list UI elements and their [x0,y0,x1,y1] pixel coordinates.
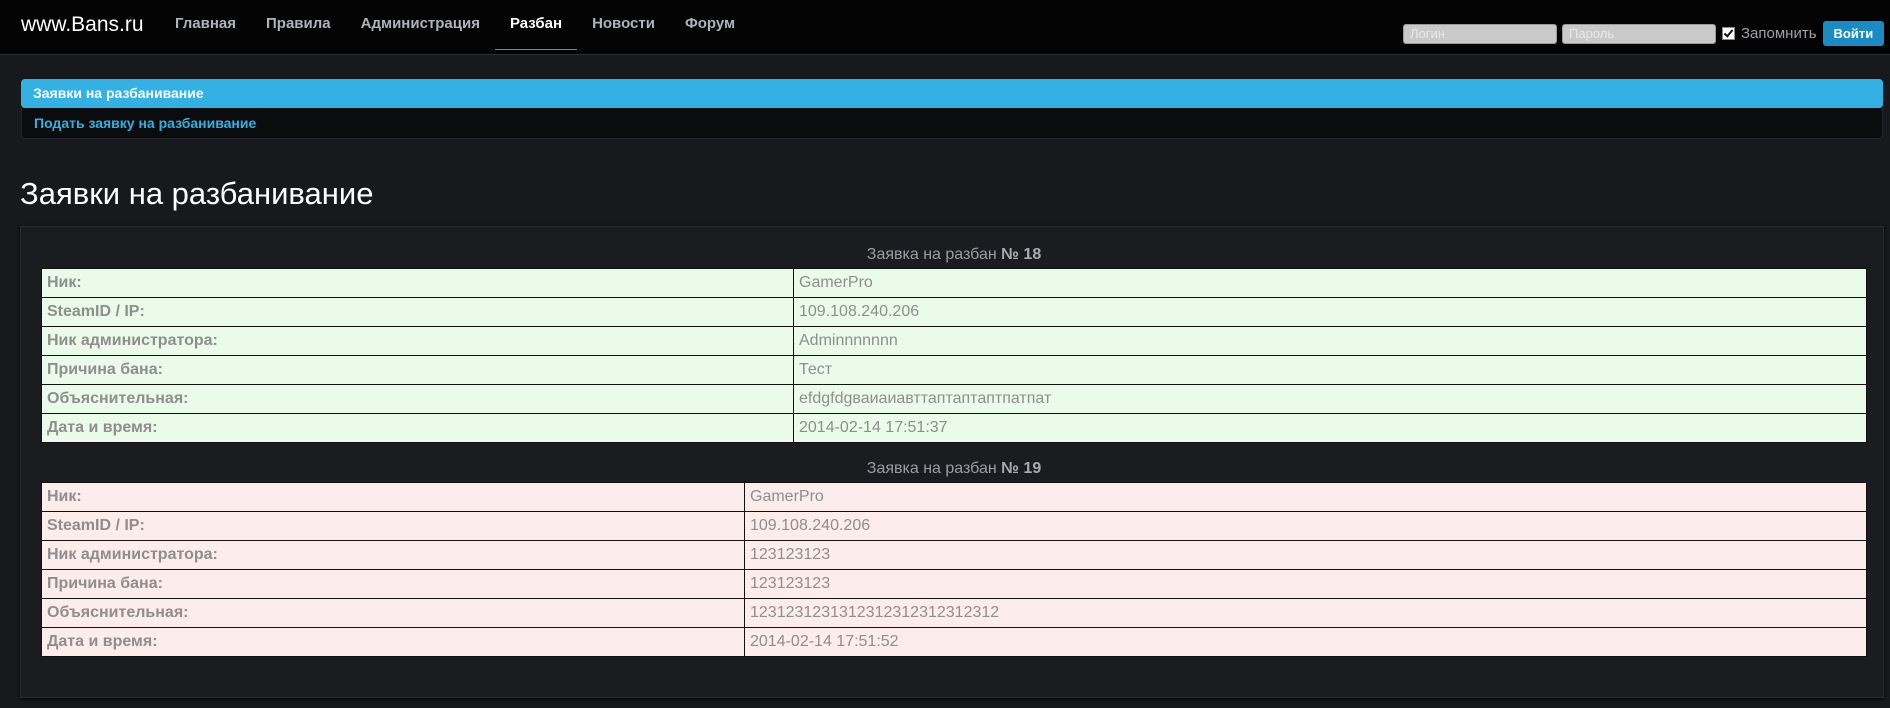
nav-item-administration[interactable]: Администрация [346,0,495,49]
request-caption: Заявка на разбан № 18 [41,242,1867,268]
request-caption-prefix: Заявка на разбан [866,246,997,263]
field-label: Объяснительная: [41,384,794,414]
table-row: Причина бана: 123123123 [41,569,1867,599]
table-row: Дата и время: 2014-02-14 17:51:37 [41,413,1867,443]
field-label: Причина бана: [41,569,745,599]
request-card: Заявка на разбан № 19 Ник: GamerPro Stea… [41,456,1867,657]
request-table: Ник: GamerPro SteamID / IP: 109.108.240.… [41,268,1867,443]
main-nav: Главная Правила Администрация Разбан Нов… [160,0,750,54]
table-row: Объяснительная: efdgfdgваиаиавттаптаптап… [41,384,1867,414]
field-label: Ник администратора: [41,326,794,356]
request-number: № 18 [1001,246,1042,263]
table-row: Объяснительная: 123123123131231231231231… [41,598,1867,628]
top-navbar: www.Bans.ru Главная Правила Администраци… [0,0,1890,55]
field-label: Дата и время: [41,627,745,657]
request-caption-prefix: Заявка на разбан [866,460,997,477]
site-brand[interactable]: www.Bans.ru [21,13,144,37]
requests-panel: Заявка на разбан № 18 Ник: GamerPro Stea… [20,226,1884,698]
nav-item-forum[interactable]: Форум [670,0,750,49]
field-value: 123123123 [744,569,1867,599]
field-value: 109.108.240.206 [793,297,1867,327]
field-value: GamerPro [793,268,1867,298]
request-table: Ник: GamerPro SteamID / IP: 109.108.240.… [41,482,1867,657]
table-row: Дата и время: 2014-02-14 17:51:52 [41,627,1867,657]
login-input[interactable] [1403,23,1557,44]
field-value: GamerPro [744,482,1867,512]
field-value: 2014-02-14 17:51:52 [744,627,1867,657]
field-value: 1231231231312312312312312312 [744,598,1867,628]
field-label: Ник: [41,268,794,298]
field-label: SteamID / IP: [41,297,794,327]
table-row: Ник администратора: 123123123 [41,540,1867,570]
table-row: Ник: GamerPro [41,482,1867,512]
field-label: Ник: [41,482,745,512]
field-label: SteamID / IP: [41,511,745,541]
request-number: № 19 [1001,460,1042,477]
login-button[interactable]: Войти [1822,21,1885,46]
field-label: Ник администратора: [41,540,745,570]
field-value: Тест [793,355,1867,385]
field-value: 123123123 [744,540,1867,570]
table-row: SteamID / IP: 109.108.240.206 [41,297,1867,327]
field-value: 2014-02-14 17:51:37 [793,413,1867,443]
page-title: Заявки на разбанивание [20,176,374,211]
table-row: Ник администратора: Adminnnnnnn [41,326,1867,356]
login-form: Запомнить Войти [1403,21,1885,46]
field-value: Adminnnnnnn [793,326,1867,356]
password-input[interactable] [1562,23,1716,44]
table-row: SteamID / IP: 109.108.240.206 [41,511,1867,541]
remember-label: Запомнить [1741,25,1817,42]
table-row: Ник: GamerPro [41,268,1867,298]
menu-item-requests[interactable]: Заявки на разбанивание [21,79,1883,108]
nav-item-home[interactable]: Главная [160,0,251,49]
unban-menu: Заявки на разбанивание Подать заявку на … [21,79,1883,139]
field-label: Причина бана: [41,355,794,385]
request-caption: Заявка на разбан № 19 [41,456,1867,482]
menu-item-submit-request[interactable]: Подать заявку на разбанивание [21,108,1883,139]
nav-item-rules[interactable]: Правила [251,0,346,49]
table-row: Причина бана: Тест [41,355,1867,385]
remember-checkbox[interactable] [1722,27,1735,40]
nav-item-news[interactable]: Новости [577,0,670,49]
field-value: 109.108.240.206 [744,511,1867,541]
field-label: Дата и время: [41,413,794,443]
request-card: Заявка на разбан № 18 Ник: GamerPro Stea… [41,242,1867,443]
field-label: Объяснительная: [41,598,745,628]
field-value: efdgfdgваиаиавттаптаптаптпатпат [793,384,1867,414]
nav-item-unban[interactable]: Разбан [494,0,578,50]
